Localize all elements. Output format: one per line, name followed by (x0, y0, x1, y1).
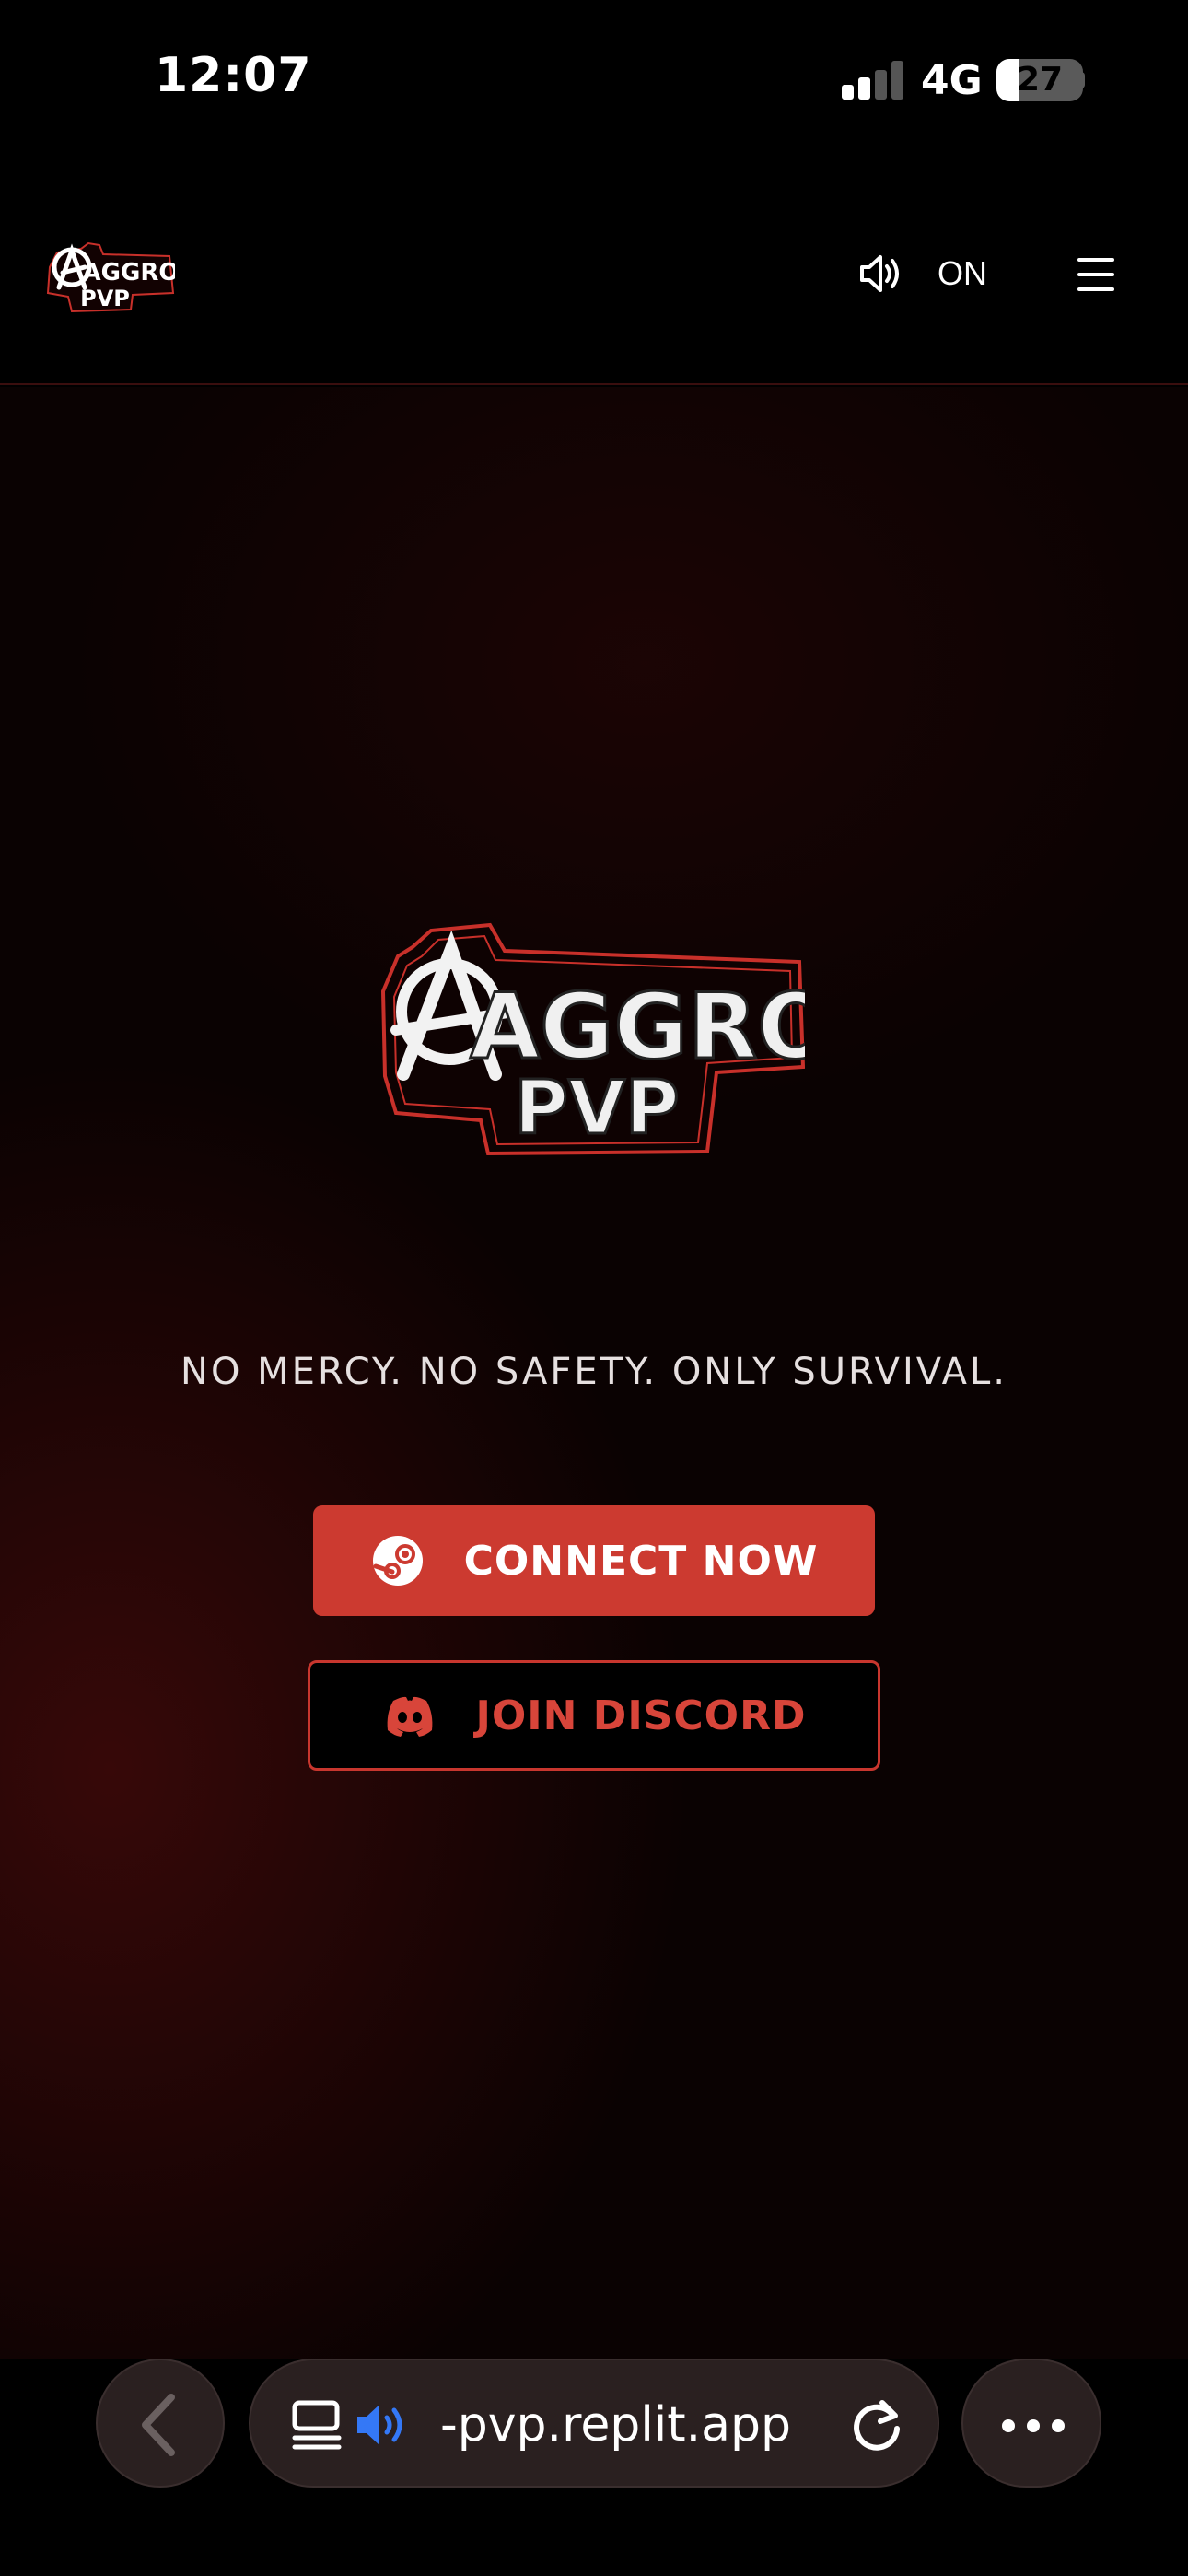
hero-logo-text-2: PVP (514, 1065, 679, 1151)
reload-icon[interactable] (847, 2395, 906, 2454)
hero-logo-text-1: AGGRO (470, 975, 805, 1080)
app-root: 12:07 4G 27 AGGRO PVP ON AGGRO PVP NO ME… (0, 0, 1188, 2576)
signal-strength-icon (842, 61, 904, 100)
network-type: 4G (921, 57, 983, 104)
address-bar[interactable]: -pvp.replit.app (249, 2359, 939, 2488)
hero-logo: AGGRO PVP (380, 922, 805, 1156)
join-discord-button[interactable]: JOIN DISCORD (308, 1660, 880, 1771)
hero-section: AGGRO PVP NO MERCY. NO SAFETY. ONLY SURV… (0, 387, 1188, 2359)
status-bar: 12:07 4G 27 (0, 0, 1188, 157)
hamburger-menu-icon[interactable] (1077, 256, 1118, 293)
battery-percent: 27 (1016, 61, 1064, 99)
status-time: 12:07 (155, 48, 312, 103)
back-button[interactable] (96, 2359, 225, 2488)
browser-toolbar: -pvp.replit.app (0, 2359, 1188, 2576)
header-logo[interactable]: AGGRO PVP (44, 240, 175, 315)
join-discord-label: JOIN DISCORD (475, 1692, 807, 1739)
speaker-playing-icon[interactable] (354, 2399, 411, 2451)
header-logo-text-1: AGGRO (83, 259, 175, 287)
more-icon[interactable] (961, 2359, 1101, 2488)
sound-toggle[interactable]: ON (856, 249, 987, 299)
steam-icon (372, 1536, 423, 1586)
tagline: NO MERCY. NO SAFETY. ONLY SURVIVAL. (181, 1351, 1007, 1393)
header-logo-text-2: PVP (80, 286, 130, 311)
battery-cap (1079, 72, 1085, 88)
speaker-icon (860, 255, 899, 292)
battery-icon: 27 (996, 59, 1083, 101)
site-header: AGGRO PVP ON (0, 157, 1188, 385)
sound-status-label: ON (938, 254, 987, 292)
url-text[interactable]: -pvp.replit.app (440, 2360, 791, 2489)
chevron-left-icon (142, 2394, 175, 2456)
connect-now-button[interactable]: CONNECT NOW (313, 1505, 875, 1616)
connect-now-label: CONNECT NOW (463, 1537, 819, 1585)
tab-overview-icon[interactable] (289, 2397, 344, 2453)
discord-icon (387, 1696, 432, 1737)
